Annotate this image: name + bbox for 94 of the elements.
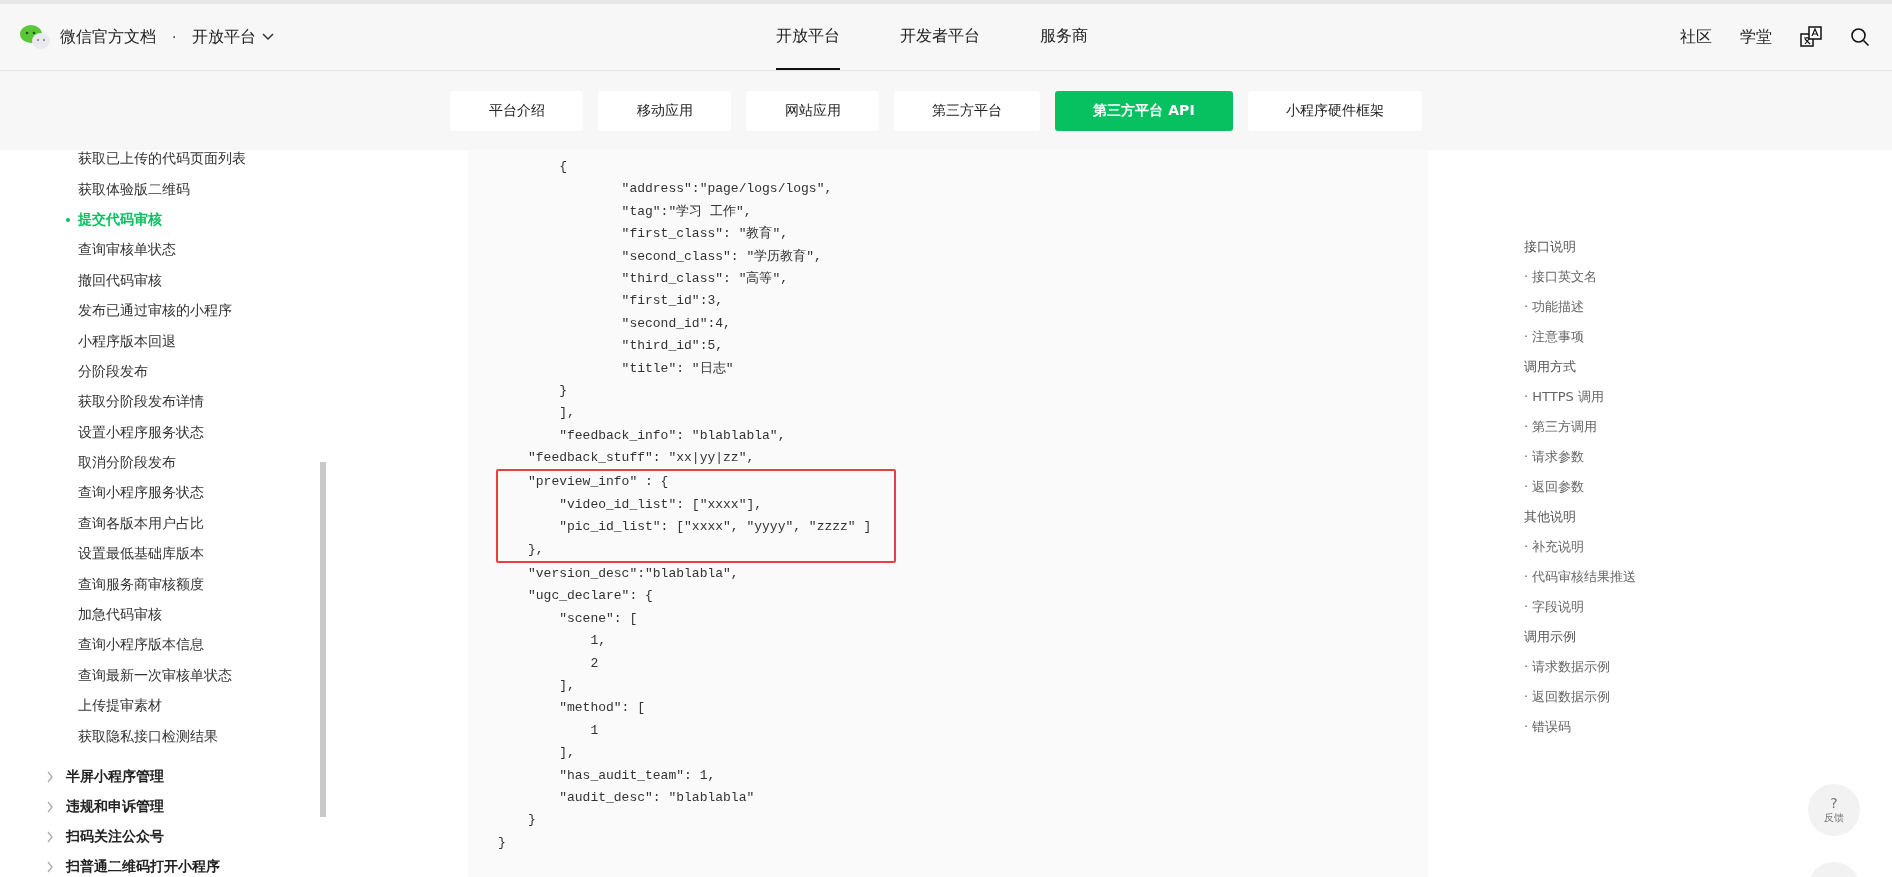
category-tab[interactable]: 第三方平台 [894,90,1041,131]
code-line: "has_audit_team": 1, [558,766,716,785]
sidebar-item[interactable]: 查询审核单状态 [0,235,176,266]
sidebar-group[interactable]: 扫码关注公众号 [66,827,164,846]
site-title: 微信官方文档 [60,26,156,48]
sidebar-group[interactable]: 违规和申诉管理 [66,797,164,816]
title-separator: · [172,29,177,45]
toc-link[interactable]: 接口说明 [1524,232,1892,262]
toc-link[interactable]: · 注意事项 [1524,322,1892,352]
sidebar-item[interactable]: 发布已通过审核的小程序 [0,295,232,327]
code-line: "first_class": "教育", [620,225,789,244]
toc-link[interactable]: · 字段说明 [1524,592,1892,622]
toc-link[interactable]: · 接口英文名 [1524,262,1892,292]
sidebar-group[interactable]: 半屏小程序管理 [66,767,164,786]
code-line: "second_id":4, [620,314,731,333]
sidebar-item[interactable]: 小程序版本回退 [0,326,176,357]
code-line: } [527,811,536,830]
category-tab[interactable]: 平台介绍 [450,90,584,131]
category-tab[interactable]: 小程序硬件框架 [1247,90,1422,131]
sidebar-item[interactable]: 撤回代码审核 [0,265,162,296]
sidebar-group[interactable]: 扫普通二维码打开小程序 [66,857,220,876]
code-line: "third_class": "高等", [620,269,789,288]
chevron-icon[interactable] [46,800,54,813]
code-line: } [558,381,567,400]
toc-link[interactable]: · 返回数据示例 [1524,682,1892,712]
sidebar-item[interactable]: 获取分阶段发布详情 [0,387,204,418]
toc-link[interactable]: 其他说明 [1524,502,1892,532]
code-line: "third_id":5, [620,337,724,356]
toc-link[interactable]: · 功能描述 [1524,292,1892,322]
caret-icon[interactable] [262,33,275,41]
code-line: ], [558,744,575,763]
code-line: "scene": [ [558,609,638,628]
nav-tab[interactable]: 服务商 [1040,4,1088,70]
code-line: { [558,158,567,176]
sidebar-item[interactable]: 设置小程序服务状态 [0,417,204,448]
sidebar-item[interactable]: 查询服务商审核额度 [0,569,204,600]
code-line: "second_class": "学历教育", [620,247,822,266]
toc-link[interactable]: · 错误码 [1524,712,1892,742]
code-line: ], [558,677,575,695]
sidebar-item[interactable]: 查询最新一次审核单状态 [0,660,232,692]
toc-link[interactable]: 调用示例 [1524,622,1892,652]
chevron-icon[interactable] [46,830,54,843]
feedback-button[interactable]: ? 反馈 [1808,784,1860,836]
code-line: } [498,833,506,852]
category-tab[interactable]: 网站应用 [746,90,880,131]
code-line: "pic_id_list": ["xxxx", "yyyy", "zzzz" ] [558,518,872,537]
code-line: 2 [589,654,599,673]
code-line: ], [558,404,575,423]
code-line: "feedback_info": "blablabla", [558,426,786,445]
sidebar-item[interactable]: 上传提审素材 [0,691,162,722]
code-line: 1 [589,721,599,740]
code-line: }, [527,540,544,559]
nav-tab[interactable]: 开发者平台 [900,4,980,70]
toc-link[interactable]: · 请求数据示例 [1524,652,1892,682]
scrollbar-thumb[interactable] [320,462,326,817]
toc-link[interactable]: · 补充说明 [1524,532,1892,562]
code-line: "first_id":3, [620,292,724,311]
toc-link[interactable]: · 返回参数 [1524,472,1892,502]
sidebar-item[interactable]: 取消分阶段发布 [0,447,176,479]
code-line: "ugc_declare": { [527,587,653,606]
header-link[interactable]: 学堂 [1740,26,1772,48]
code-line: "title": "日志" [620,359,734,378]
category-tab[interactable]: 移动应用 [598,90,732,131]
sidebar-item[interactable]: 查询小程序版本信息 [0,630,204,661]
toc-link[interactable]: · 第三方调用 [1524,412,1892,442]
sidebar-item[interactable]: 设置最低基础库版本 [0,539,204,570]
chat-bubbles-logo-icon [20,24,50,50]
chevron-icon[interactable] [46,770,54,783]
translate-icon[interactable] [1800,26,1822,48]
code-line: 1, [589,632,606,651]
code-line: "audit_desc": "blablabla" [558,788,755,807]
code-line: "video_id_list": ["xxxx"], [558,495,763,514]
platform-menu[interactable]: 开放平台 [192,26,275,48]
sidebar-item[interactable]: 获取已上传的代码页面列表 [0,150,246,175]
toc-link[interactable]: · 请求参数 [1524,442,1892,472]
toc-link[interactable]: · 代码审核结果推送 [1524,562,1892,592]
sidebar-item[interactable]: 查询小程序服务状态 [0,478,204,509]
toc-link[interactable]: 调用方式 [1524,352,1892,382]
search-icon[interactable] [1850,27,1870,47]
toc-link[interactable]: · HTTPS 调用 [1524,382,1892,412]
code-line: "feedback_stuff": "xx|yy|zz", [527,449,755,468]
sidebar-item[interactable]: 查询各版本用户占比 [0,508,204,540]
code-line: "version_desc":"blablabla", [527,565,739,584]
sidebar-item[interactable]: 分阶段发布 [0,356,148,388]
nav-tab[interactable]: 开放平台 [776,4,840,70]
code-line: "preview_info" : { [527,473,669,492]
sidebar-item[interactable]: 获取体验版二维码 [0,174,190,205]
sidebar-item[interactable]: 获取隐私接口检测结果 [0,721,218,752]
header-link[interactable]: 社区 [1680,26,1712,48]
sidebar-item[interactable]: 加急代码审核 [0,599,162,631]
code-line: "address":"page/logs/logs", [620,180,833,199]
code-line: "tag":"学习 工作", [620,202,752,221]
chevron-icon[interactable] [46,860,54,873]
code-line: "method": [ [558,699,646,718]
